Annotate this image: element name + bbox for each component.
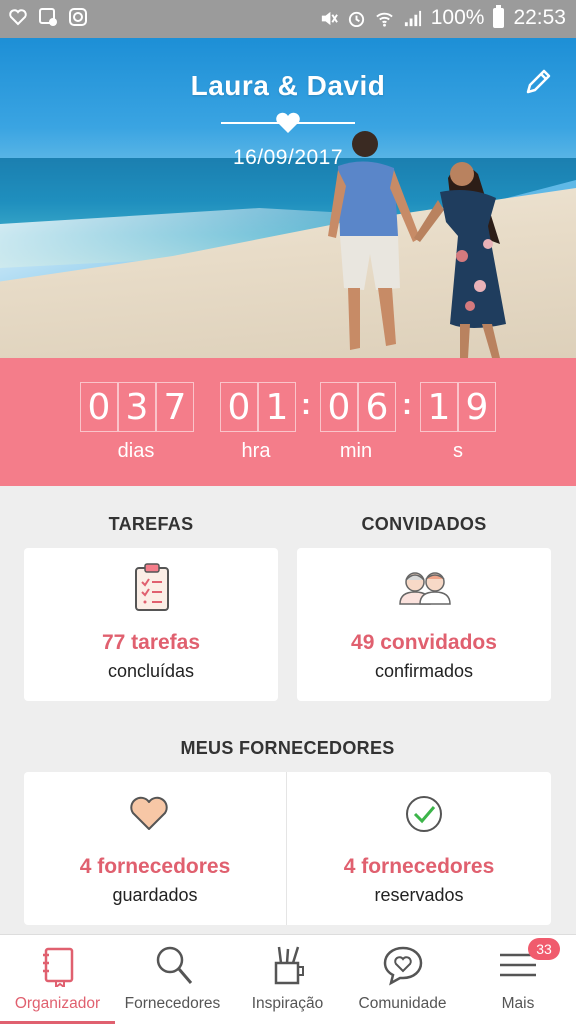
alarm-icon — [348, 11, 364, 27]
battery-icon — [493, 5, 505, 28]
nav-inspiracao[interactable]: Inspiração — [230, 935, 345, 1024]
guests-heading: CONVIDADOS — [361, 514, 487, 534]
countdown-timer: 0 3 7 0 1 : 0 6 : 1 9 dias hra min s — [0, 358, 576, 486]
saved-vendors[interactable]: 4 fornecedores guardados — [24, 772, 286, 925]
days-digit: 0 — [80, 382, 118, 432]
pencil-cup-icon — [274, 946, 304, 985]
nav-comunidade-label: Comunidade — [358, 995, 447, 1012]
vendors-heading: MEUS FORNECEDORES — [180, 738, 395, 758]
notification-badge: 33 — [528, 938, 560, 960]
booked-vendors-count: 4 fornecedores — [343, 855, 495, 878]
seconds-label: s — [453, 440, 463, 462]
hours-digit: 0 — [220, 382, 258, 432]
nav-inspiracao-label: Inspiração — [251, 995, 324, 1012]
guests-status: confirmados — [374, 661, 474, 681]
colon-separator: : — [402, 388, 412, 421]
nav-organizador-label: Organizador — [14, 995, 101, 1012]
notification-image-icon — [39, 8, 57, 26]
guests-icon — [399, 572, 451, 605]
tasks-status: concluídas — [107, 661, 195, 681]
seconds-digit: 1 — [420, 382, 458, 432]
heart-icon — [130, 796, 168, 830]
notebook-icon — [42, 947, 73, 987]
nav-comunidade[interactable]: Comunidade — [345, 935, 460, 1024]
tasks-card[interactable]: 77 tarefas concluídas — [24, 548, 278, 701]
chat-heart-icon — [383, 946, 422, 986]
check-circle-icon — [406, 796, 442, 832]
guests-card[interactable]: 49 convidados confirmados — [297, 548, 551, 701]
days-label: dias — [117, 440, 155, 462]
mute-icon — [321, 11, 338, 25]
seconds-digit: 9 — [458, 382, 496, 432]
clock: 22:53 — [513, 6, 566, 29]
edit-pencil-icon[interactable] — [522, 66, 554, 98]
nav-fornecedores[interactable]: Fornecedores — [115, 935, 230, 1024]
heart-outline-icon — [9, 9, 27, 26]
days-digit: 3 — [118, 382, 156, 432]
vendors-card: 4 fornecedores guardados 4 fornecedores … — [24, 772, 551, 925]
days-digit: 7 — [156, 382, 194, 432]
colon-separator: : — [301, 388, 311, 421]
hours-digit: 1 — [258, 382, 296, 432]
nav-fornecedores-label: Fornecedores — [124, 995, 221, 1012]
instagram-icon — [69, 8, 87, 26]
hero-banner: Laura & David 16/09/2017 — [0, 38, 576, 358]
tasks-count: 77 tarefas — [101, 631, 201, 654]
saved-vendors-label: guardados — [112, 885, 198, 905]
guests-count: 49 convidados — [351, 631, 497, 654]
wedding-date: 16/09/2017 — [232, 146, 344, 169]
wifi-icon — [375, 12, 393, 27]
tasks-heading: TAREFAS — [108, 514, 194, 534]
signal-icon — [404, 10, 421, 26]
search-icon — [156, 946, 192, 984]
saved-vendors-count: 4 fornecedores — [79, 855, 231, 878]
battery-percentage: 100% — [430, 6, 485, 29]
bottom-navigation: Organizador Fornecedores Inspiração Comu… — [0, 934, 576, 1024]
heart-icon — [276, 112, 300, 133]
minutes-digit: 6 — [358, 382, 396, 432]
hours-label: hra — [241, 440, 271, 462]
couple-names: Laura & David — [190, 70, 386, 101]
minutes-digit: 0 — [320, 382, 358, 432]
nav-organizador[interactable]: Organizador — [0, 935, 115, 1024]
minutes-label: min — [339, 440, 373, 462]
status-bar: 100% 22:53 — [0, 0, 576, 38]
nav-mais-label: Mais — [501, 995, 535, 1012]
booked-vendors[interactable]: 4 fornecedores reservados — [287, 772, 551, 925]
clipboard-icon — [135, 563, 169, 611]
booked-vendors-label: reservados — [374, 885, 464, 905]
